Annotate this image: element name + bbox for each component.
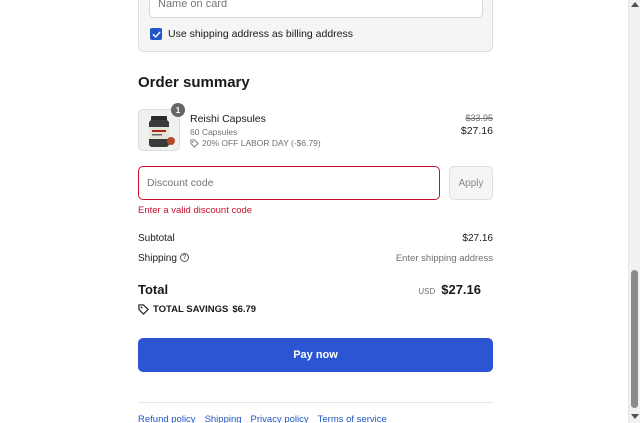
terms-of-service-link[interactable]: Terms of service (318, 414, 387, 423)
help-icon[interactable]: ? (179, 252, 189, 262)
billing-same-option[interactable]: Use shipping address as billing address (150, 28, 353, 40)
payment-panel: Use shipping address as billing address (138, 0, 493, 52)
apply-discount-button[interactable]: Apply (449, 166, 493, 200)
savings-label: TOTAL SAVINGS (153, 304, 229, 315)
product-original-price: $33.95 (465, 113, 493, 123)
footer-divider (138, 402, 493, 403)
checkout-page: Use shipping address as billing address … (0, 0, 628, 423)
product-price: $27.16 (460, 125, 493, 137)
tag-icon (190, 138, 199, 148)
subtotal-value: $27.16 (462, 233, 493, 244)
scrollbar-thumb[interactable] (631, 270, 638, 408)
shipping-value: Enter shipping address (395, 253, 493, 264)
footer-links: Refund policy Shipping Privacy policy Te… (138, 414, 387, 423)
scroll-up-arrow-icon[interactable] (631, 2, 639, 7)
total-currency: USD (418, 287, 436, 296)
subtotal-row: Subtotal $27.16 (138, 233, 493, 244)
tag-icon (138, 304, 149, 315)
product-discount-label: 20% OFF LABOR DAY (-$6.79) (202, 138, 321, 148)
scroll-down-arrow-icon[interactable] (631, 414, 639, 419)
pay-now-button[interactable]: Pay now (138, 338, 493, 372)
total-value-group: USD $27.16 (418, 282, 481, 297)
order-summary-title: Order summary (138, 74, 250, 91)
discount-error-message: Enter a valid discount code (138, 205, 253, 216)
product-discount: 20% OFF LABOR DAY (-$6.79) (190, 138, 321, 148)
product-name: Reishi Capsules (190, 113, 266, 125)
name-on-card-input[interactable] (149, 0, 483, 18)
subtotal-label: Subtotal (138, 233, 175, 244)
order-line-item: 1 Reishi Capsules 60 Capsules 20% OFF LA… (138, 103, 493, 151)
privacy-policy-link[interactable]: Privacy policy (251, 414, 309, 423)
shipping-policy-link[interactable]: Shipping (205, 414, 242, 423)
total-amount: $27.16 (441, 282, 481, 297)
product-variant: 60 Capsules (190, 127, 238, 137)
vertical-scrollbar[interactable] (628, 0, 640, 423)
shipping-row: Shipping? Enter shipping address (138, 252, 493, 264)
checkmark-icon (152, 31, 160, 38)
quantity-badge: 1 (171, 103, 185, 117)
total-savings: TOTAL SAVINGS $6.79 (138, 304, 256, 315)
savings-value: $6.79 (232, 304, 257, 315)
billing-same-label: Use shipping address as billing address (168, 28, 354, 40)
discount-code-input[interactable] (138, 166, 440, 200)
refund-policy-link[interactable]: Refund policy (138, 414, 196, 423)
billing-same-checkbox[interactable] (150, 28, 162, 40)
total-label: Total (138, 282, 169, 297)
shipping-label: Shipping (138, 253, 177, 264)
